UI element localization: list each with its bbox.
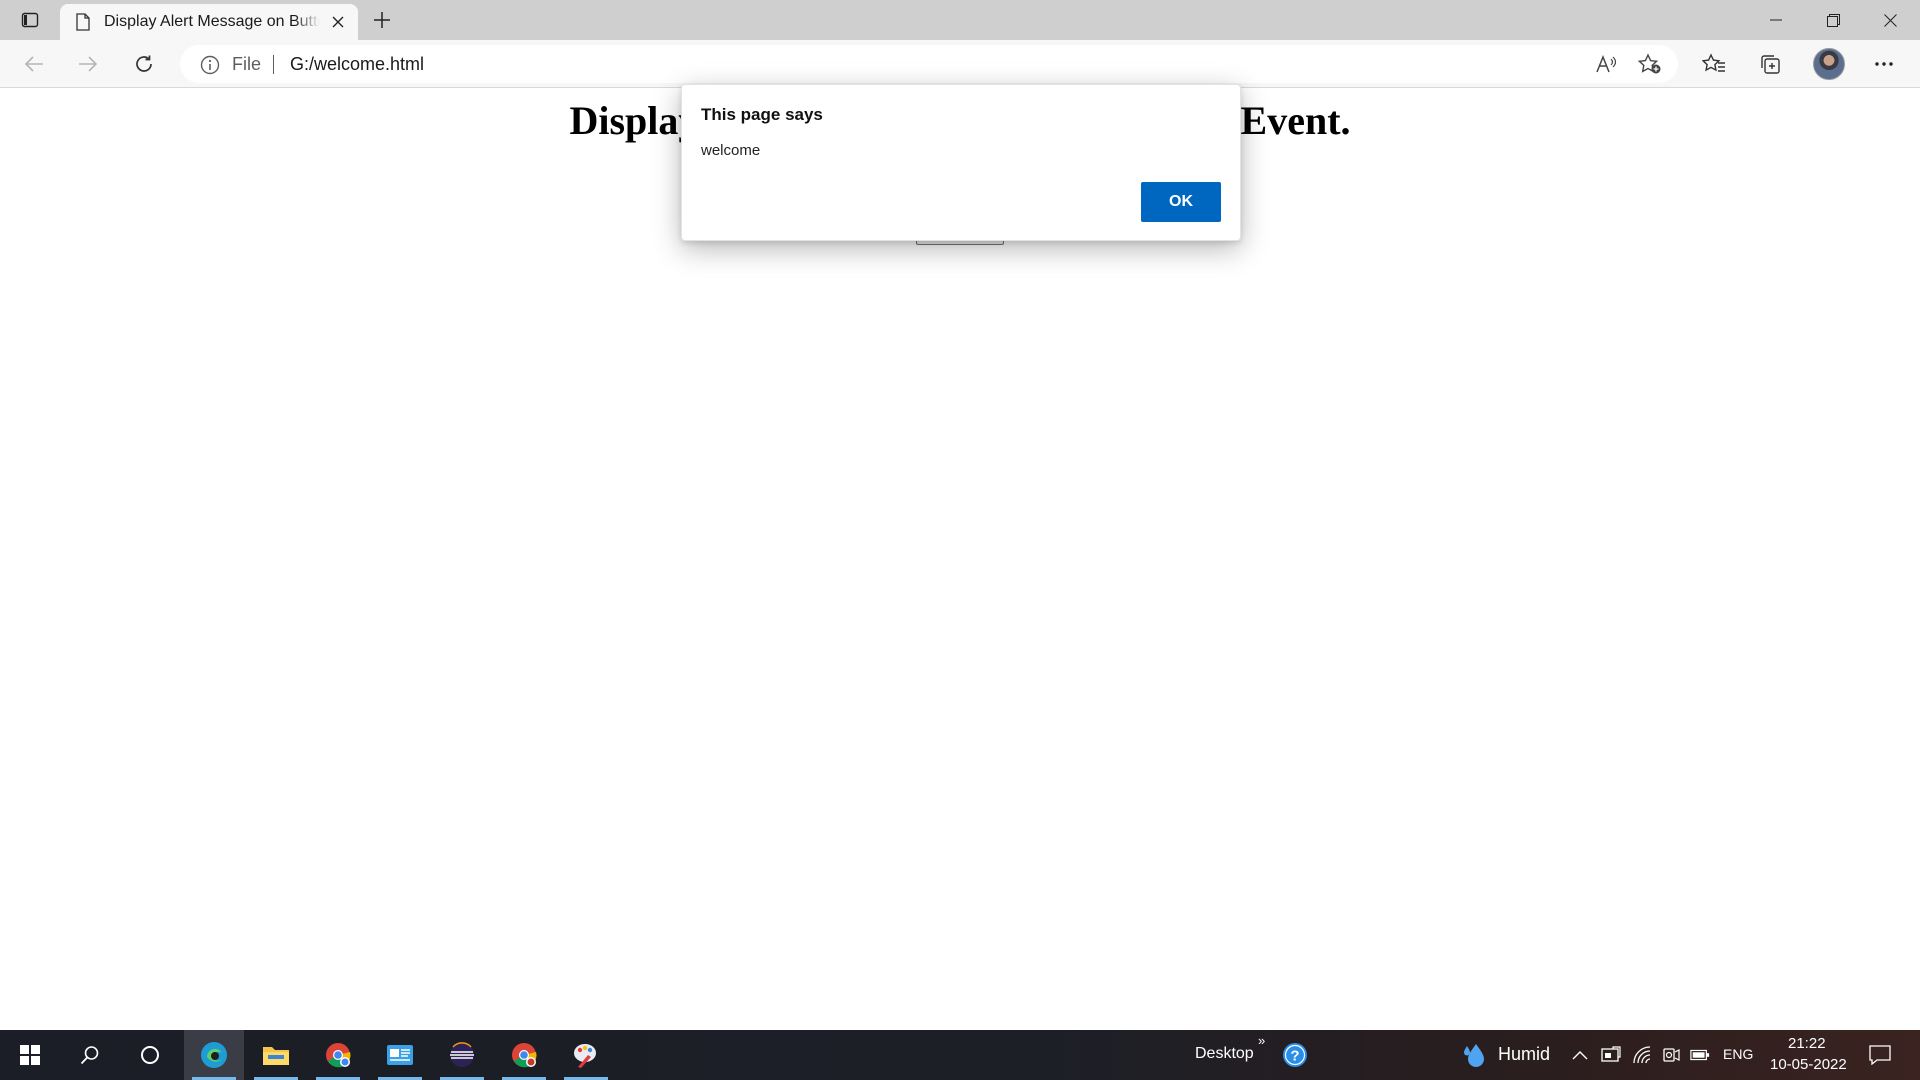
- collections-icon: [1761, 55, 1780, 74]
- notifications-icon[interactable]: [1868, 1044, 1892, 1066]
- tab-title: Display Alert Message on Button Click Ev…: [104, 13, 320, 30]
- browser-toolbar: File G:/welcome.html: [0, 40, 1920, 88]
- url-text[interactable]: G:/welcome.html: [290, 54, 424, 75]
- taskbar-eclipse[interactable]: [432, 1030, 492, 1080]
- favorites-icon: [1702, 53, 1725, 72]
- cortana-button[interactable]: [120, 1030, 180, 1080]
- favorites-button[interactable]: [1696, 48, 1732, 80]
- desktop-toolbar-label[interactable]: Desktop: [1195, 1045, 1254, 1063]
- forward-button[interactable]: [70, 48, 106, 80]
- battery-icon[interactable]: [1690, 1045, 1710, 1065]
- new-tab-button[interactable]: [366, 6, 398, 34]
- tab-actions-icon: [21, 12, 39, 28]
- chrome-icon: [512, 1043, 537, 1068]
- eclipse-icon: [450, 1042, 474, 1067]
- info-icon[interactable]: [200, 55, 220, 75]
- taskbar-app-window[interactable]: [370, 1030, 430, 1080]
- taskbar: Desktop » ? Humid ENG 21:22 10-05-2022: [0, 1030, 1920, 1080]
- weather-label[interactable]: Humid: [1498, 1044, 1550, 1065]
- paint-icon: [574, 1044, 596, 1068]
- alert-dialog: This page says welcome OK: [681, 84, 1241, 241]
- forward-arrow-icon: [79, 56, 98, 72]
- taskbar-file-explorer[interactable]: [246, 1030, 306, 1080]
- restore-button[interactable]: [1805, 0, 1861, 40]
- clock-time[interactable]: 21:22: [1788, 1035, 1826, 1052]
- edge-icon: [201, 1042, 227, 1068]
- address-bar[interactable]: File G:/welcome.html: [180, 45, 1678, 83]
- active-tab[interactable]: Display Alert Message on Button Click Ev…: [60, 4, 358, 40]
- restore-icon: [1826, 13, 1840, 27]
- search-icon: [80, 1046, 99, 1065]
- dialog-title: This page says: [701, 105, 823, 124]
- windows-logo-icon: [20, 1045, 40, 1065]
- minimize-icon: [1770, 19, 1782, 21]
- page-icon: [74, 13, 92, 31]
- chrome-icon: [326, 1043, 351, 1068]
- taskbar-edge[interactable]: [184, 1030, 244, 1080]
- language-indicator[interactable]: ENG: [1723, 1046, 1753, 1062]
- collections-button[interactable]: [1752, 48, 1788, 80]
- add-favorite-icon[interactable]: [1638, 53, 1662, 75]
- back-button[interactable]: [16, 48, 52, 80]
- tab-actions-button[interactable]: [14, 6, 46, 34]
- wifi-icon[interactable]: [1632, 1045, 1652, 1065]
- close-tab-icon[interactable]: [328, 12, 348, 32]
- scheme-label: File: [232, 54, 262, 74]
- folder-icon: [263, 1047, 289, 1065]
- speaker-icon[interactable]: [1661, 1045, 1681, 1065]
- search-button[interactable]: [60, 1030, 120, 1080]
- weather-humid-icon[interactable]: [1462, 1042, 1486, 1068]
- settings-more-button[interactable]: [1866, 48, 1902, 80]
- address-separator: [273, 55, 274, 74]
- plus-icon: [374, 12, 390, 28]
- toolbar-overflow-icon[interactable]: »: [1258, 1033, 1265, 1048]
- dialog-message: welcome: [701, 142, 761, 159]
- tab-strip: Display Alert Message on Button Click Ev…: [0, 0, 1920, 40]
- clock-date[interactable]: 10-05-2022: [1770, 1056, 1847, 1073]
- refresh-button[interactable]: [126, 48, 162, 80]
- minimize-button[interactable]: [1748, 0, 1804, 40]
- taskbar-chrome-profile-2[interactable]: [494, 1030, 554, 1080]
- taskbar-chrome-profile-1[interactable]: [308, 1030, 368, 1080]
- taskbar-paint[interactable]: [556, 1030, 616, 1080]
- close-icon: [1883, 13, 1897, 27]
- network-share-icon[interactable]: [1601, 1045, 1621, 1065]
- read-aloud-icon[interactable]: [1594, 53, 1618, 75]
- chevron-up-icon[interactable]: [1570, 1045, 1590, 1065]
- refresh-icon: [136, 55, 152, 72]
- app-window-icon: [387, 1045, 413, 1065]
- svg-text:?: ?: [1290, 1048, 1299, 1065]
- ok-button[interactable]: OK: [1141, 182, 1221, 222]
- help-icon[interactable]: ?: [1282, 1042, 1308, 1068]
- profile-avatar[interactable]: [1813, 48, 1845, 80]
- cortana-icon: [141, 1046, 159, 1064]
- close-window-button[interactable]: [1862, 0, 1918, 40]
- back-arrow-icon: [24, 56, 43, 72]
- start-button[interactable]: [0, 1030, 60, 1080]
- more-options-icon: [1875, 62, 1893, 66]
